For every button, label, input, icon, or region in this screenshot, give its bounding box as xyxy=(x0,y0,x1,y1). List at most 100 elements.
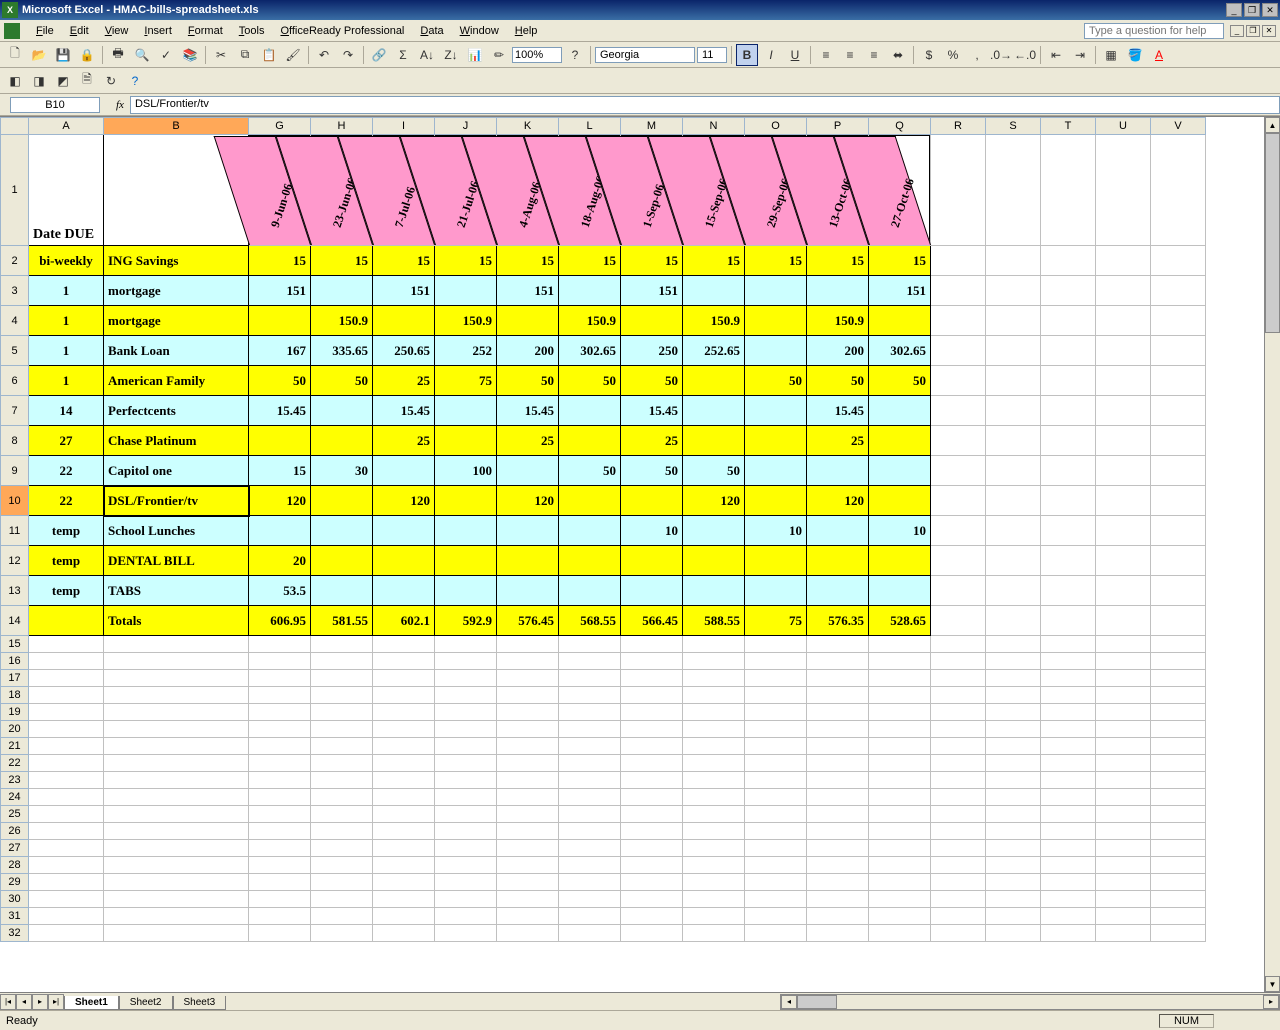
cell-O11[interactable]: 10 xyxy=(745,516,807,546)
cell-empty[interactable] xyxy=(986,772,1041,789)
menu-help[interactable]: Help xyxy=(507,23,546,39)
cell-M13[interactable] xyxy=(621,576,683,606)
cell-empty[interactable] xyxy=(1151,636,1206,653)
col-header-R[interactable]: R xyxy=(931,118,986,135)
cell-empty[interactable] xyxy=(497,687,559,704)
cell-K10[interactable]: 120 xyxy=(497,486,559,516)
cell-empty[interactable] xyxy=(1151,925,1206,942)
cell-B14[interactable]: Totals xyxy=(104,606,249,636)
cell-empty[interactable] xyxy=(683,653,745,670)
percent-icon[interactable]: % xyxy=(942,44,964,66)
cell-J8[interactable] xyxy=(435,426,497,456)
cell-empty[interactable] xyxy=(745,721,807,738)
underline-button[interactable]: U xyxy=(784,44,806,66)
cell-empty[interactable] xyxy=(986,670,1041,687)
cell-P12[interactable] xyxy=(807,546,869,576)
cell-empty[interactable] xyxy=(497,857,559,874)
row-header-17[interactable]: 17 xyxy=(1,670,29,687)
cell-N6[interactable] xyxy=(683,366,745,396)
cell-blank[interactable] xyxy=(1151,336,1206,366)
cell-L10[interactable] xyxy=(559,486,621,516)
cell-B2[interactable]: ING Savings xyxy=(104,246,249,276)
cell-G2[interactable]: 15 xyxy=(249,246,311,276)
cell-O7[interactable] xyxy=(745,396,807,426)
cell-empty[interactable] xyxy=(869,823,931,840)
cell-empty[interactable] xyxy=(104,772,249,789)
cell-empty[interactable] xyxy=(249,636,311,653)
cell-empty[interactable] xyxy=(986,687,1041,704)
cell-J6[interactable]: 75 xyxy=(435,366,497,396)
cell-blank[interactable] xyxy=(1151,426,1206,456)
cell-empty[interactable] xyxy=(29,789,104,806)
cell-empty[interactable] xyxy=(373,738,435,755)
increase-indent-icon[interactable]: ⇥ xyxy=(1069,44,1091,66)
cell-empty[interactable] xyxy=(745,704,807,721)
hscroll-left-icon[interactable]: ◂ xyxy=(781,995,797,1009)
cell-blank[interactable] xyxy=(986,366,1041,396)
cell-G9[interactable]: 15 xyxy=(249,456,311,486)
cell-empty[interactable] xyxy=(869,704,931,721)
cell-O12[interactable] xyxy=(745,546,807,576)
tool-icon-3[interactable]: ◩ xyxy=(52,70,74,92)
cell-I5[interactable]: 250.65 xyxy=(373,336,435,366)
cell-empty[interactable] xyxy=(559,704,621,721)
col-header-N[interactable]: N xyxy=(683,118,745,135)
cell-empty[interactable] xyxy=(683,925,745,942)
cell-empty[interactable] xyxy=(249,755,311,772)
cell-A1[interactable]: Date DUE xyxy=(29,135,104,246)
cell-empty[interactable] xyxy=(1041,755,1096,772)
cell-blank[interactable] xyxy=(1041,456,1096,486)
cell-empty[interactable] xyxy=(931,840,986,857)
cell-empty[interactable] xyxy=(104,738,249,755)
cell-blank[interactable] xyxy=(1151,276,1206,306)
cell-blank[interactable] xyxy=(931,426,986,456)
cell-empty[interactable] xyxy=(1096,874,1151,891)
select-all-corner[interactable] xyxy=(1,118,29,135)
cell-N12[interactable] xyxy=(683,546,745,576)
cell-J9[interactable]: 100 xyxy=(435,456,497,486)
cell-K11[interactable] xyxy=(497,516,559,546)
tool-icon-4[interactable]: 🗎 xyxy=(76,70,98,92)
cell-empty[interactable] xyxy=(435,891,497,908)
col-header-G[interactable]: G xyxy=(249,118,311,135)
cell-empty[interactable] xyxy=(559,636,621,653)
cell-empty[interactable] xyxy=(745,670,807,687)
cell-empty[interactable] xyxy=(621,908,683,925)
cell-empty[interactable] xyxy=(683,823,745,840)
name-box[interactable]: B10 xyxy=(10,97,100,113)
cell-empty[interactable] xyxy=(373,772,435,789)
cell-I2[interactable]: 15 xyxy=(373,246,435,276)
cell-empty[interactable] xyxy=(373,653,435,670)
cell-empty[interactable] xyxy=(869,840,931,857)
cell-N9[interactable]: 50 xyxy=(683,456,745,486)
cell-empty[interactable] xyxy=(497,755,559,772)
cell-B6[interactable]: American Family xyxy=(104,366,249,396)
cell-L14[interactable]: 568.55 xyxy=(559,606,621,636)
bold-button[interactable]: B xyxy=(736,44,758,66)
cell-blank[interactable] xyxy=(1096,306,1151,336)
cell-empty[interactable] xyxy=(621,840,683,857)
cell-P6[interactable]: 50 xyxy=(807,366,869,396)
cell-K9[interactable] xyxy=(497,456,559,486)
cell-empty[interactable] xyxy=(249,738,311,755)
cell-empty[interactable] xyxy=(104,857,249,874)
menu-data[interactable]: Data xyxy=(412,23,451,39)
cell-empty[interactable] xyxy=(104,687,249,704)
cell-empty[interactable] xyxy=(249,670,311,687)
cell-blank[interactable] xyxy=(1096,456,1151,486)
align-right-icon[interactable]: ≡ xyxy=(863,44,885,66)
row-header-22[interactable]: 22 xyxy=(1,755,29,772)
cell-empty[interactable] xyxy=(559,687,621,704)
col-header-J[interactable]: J xyxy=(435,118,497,135)
cell-empty[interactable] xyxy=(559,891,621,908)
cell-empty[interactable] xyxy=(621,687,683,704)
cell-K4[interactable] xyxy=(497,306,559,336)
cell-blank[interactable] xyxy=(1041,306,1096,336)
cell-H2[interactable]: 15 xyxy=(311,246,373,276)
cell-H9[interactable]: 30 xyxy=(311,456,373,486)
cell-blank[interactable] xyxy=(1096,276,1151,306)
cell-P8[interactable]: 25 xyxy=(807,426,869,456)
cell-empty[interactable] xyxy=(1096,925,1151,942)
cell-empty[interactable] xyxy=(249,891,311,908)
cell-K7[interactable]: 15.45 xyxy=(497,396,559,426)
